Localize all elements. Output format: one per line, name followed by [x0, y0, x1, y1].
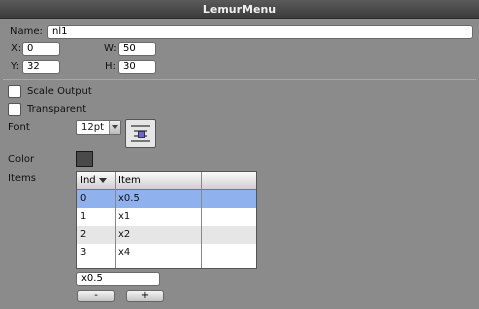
text-align-button[interactable]: [125, 119, 156, 148]
font-label: Font: [8, 122, 30, 133]
w-input[interactable]: 50: [118, 42, 156, 56]
row-item: x2: [118, 229, 131, 240]
y-label: Y:: [11, 61, 20, 72]
row-ind: 1: [80, 211, 87, 222]
remove-item-button[interactable]: -: [77, 290, 115, 302]
column-divider: [201, 172, 202, 268]
transparent-checkbox[interactable]: [8, 103, 21, 116]
add-item-button[interactable]: +: [126, 290, 164, 302]
window-title: LemurMenu: [0, 0, 479, 19]
section-divider: [3, 79, 476, 80]
h-label: H:: [105, 61, 116, 72]
font-size-select[interactable]: 12pt: [76, 120, 121, 135]
scale-output-checkbox[interactable]: [8, 85, 21, 98]
row-item: x1: [118, 211, 131, 222]
column-header-item[interactable]: Item: [115, 172, 201, 190]
scale-output-label: Scale Output: [27, 86, 92, 97]
row-item: x0.5: [118, 193, 140, 204]
column-divider: [115, 172, 116, 268]
y-input[interactable]: 32: [22, 60, 60, 74]
item-edit-input[interactable]: x0.5: [76, 272, 160, 286]
h-input[interactable]: 30: [118, 60, 156, 74]
row-item: x4: [118, 247, 131, 258]
column-header-extra[interactable]: [201, 172, 256, 190]
name-label: Name:: [10, 26, 43, 37]
table-header: Ind Item: [77, 172, 256, 190]
sort-descending-icon: [98, 177, 107, 183]
row-ind: 2: [80, 229, 87, 240]
table-row[interactable]: 2 x2: [77, 226, 256, 244]
name-input[interactable]: nl1: [47, 25, 473, 39]
align-grid-icon: [131, 125, 150, 142]
x-input[interactable]: 0: [22, 42, 60, 56]
chevron-down-icon[interactable]: [109, 121, 120, 134]
transparent-label: Transparent: [27, 104, 87, 115]
row-ind: 3: [80, 247, 87, 258]
w-label: W:: [104, 43, 117, 54]
items-label: Items: [8, 173, 36, 184]
table-row[interactable]: 0 x0.5: [77, 190, 256, 208]
font-size-value: 12pt: [81, 122, 104, 133]
align-center-icon: [138, 131, 145, 138]
row-ind: 0: [80, 193, 87, 204]
items-table[interactable]: Ind Item 0 x0.5 1 x1 2 x2 3 x4: [76, 171, 257, 269]
table-row[interactable]: 1 x1: [77, 208, 256, 226]
column-header-ind[interactable]: Ind: [77, 172, 115, 190]
color-swatch[interactable]: [76, 151, 93, 167]
table-row[interactable]: 3 x4: [77, 244, 256, 262]
color-label: Color: [8, 154, 35, 165]
x-label: X:: [11, 43, 22, 54]
